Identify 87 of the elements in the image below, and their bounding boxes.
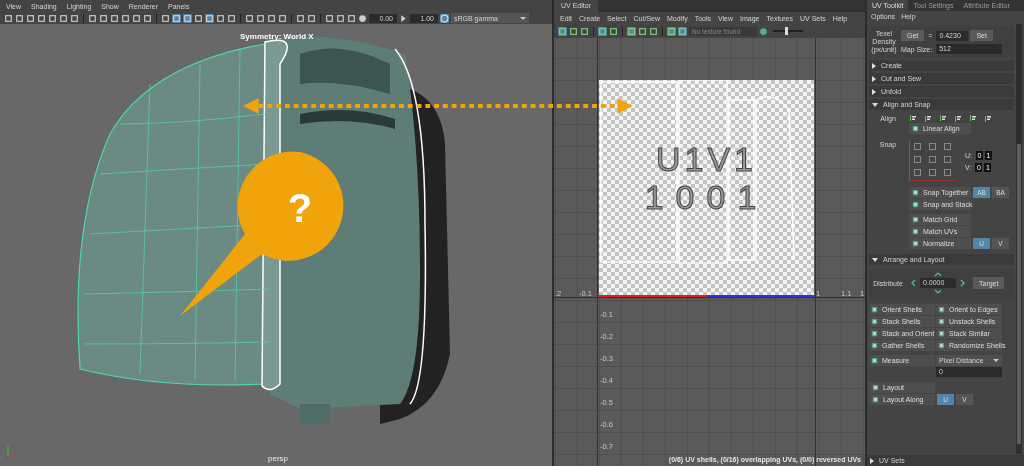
callout-text: ? (287, 186, 313, 230)
toolbar-icon[interactable] (569, 26, 578, 36)
tool-icon (871, 318, 878, 326)
toolbar-icon[interactable] (216, 13, 225, 23)
toolbar-icon[interactable] (227, 13, 236, 23)
anchor-checkbox[interactable] (929, 143, 936, 151)
align-icon[interactable] (924, 114, 932, 123)
tool-icon (872, 384, 879, 392)
align-icon[interactable] (954, 114, 962, 123)
anchor-checkbox[interactable] (914, 156, 921, 164)
toolbar-icon[interactable] (267, 13, 276, 23)
toolbar-icon[interactable] (88, 13, 97, 23)
tool-icon (938, 330, 945, 338)
toolbar-icon[interactable] (70, 13, 79, 23)
slider-thumb[interactable] (785, 27, 789, 35)
toolbar-icon[interactable] (172, 13, 181, 23)
toolbar-icon[interactable] (26, 13, 35, 23)
toolbar-icon[interactable] (278, 13, 287, 23)
anchor-checkbox[interactable] (929, 156, 936, 164)
toolbar-icon[interactable] (296, 13, 305, 23)
toolbar-icon[interactable] (161, 13, 170, 23)
anchor-checkbox[interactable] (914, 143, 921, 151)
toolbar-icon[interactable] (132, 13, 141, 23)
right-chevron-icon[interactable] (960, 279, 965, 288)
globe-icon[interactable] (759, 26, 768, 36)
toolbar-icon[interactable] (580, 26, 589, 36)
toolbar-icon[interactable] (110, 13, 119, 23)
down-chevron-icon[interactable] (934, 289, 942, 295)
toolbar-icon[interactable] (649, 26, 658, 36)
tool-icon (872, 396, 879, 404)
tool-icon (871, 357, 878, 365)
toolbar-icon[interactable] (627, 26, 636, 36)
tile-label: 1001 (643, 178, 770, 217)
toolbar-icon[interactable] (205, 13, 214, 23)
toolbar-icon[interactable] (558, 26, 567, 36)
tool-icon (938, 318, 945, 326)
toolbar-icon[interactable] (15, 13, 24, 23)
symmetry-label: Symmetry: World X (240, 32, 314, 41)
gamma-icon[interactable] (399, 13, 408, 23)
toolbar-icon[interactable] (347, 13, 356, 23)
toolbar-icon[interactable] (638, 26, 647, 36)
camera-label: persp (268, 454, 288, 463)
toolbar-icon[interactable] (37, 13, 46, 23)
tool-icon (912, 240, 919, 248)
toolbar-icon[interactable] (245, 13, 254, 23)
toolbar-icon[interactable] (325, 13, 334, 23)
tool-icon (912, 216, 919, 224)
align-icon[interactable] (909, 114, 917, 123)
tool-icon (912, 189, 919, 197)
tool-icon (912, 201, 919, 209)
toolbar-icon[interactable] (48, 13, 57, 23)
toolbar-icon[interactable] (336, 13, 345, 23)
toolbar-icon[interactable] (59, 13, 68, 23)
tool-icon (938, 306, 945, 314)
toolbar-icon[interactable] (256, 13, 265, 23)
tile-label: U1V1 (654, 140, 759, 179)
axis-icon (3, 445, 19, 461)
align-icon[interactable] (969, 114, 977, 123)
tool-icon (912, 125, 919, 133)
up-chevron-icon[interactable] (934, 272, 942, 278)
toolbar-icon[interactable] (99, 13, 108, 23)
anchor-checkbox[interactable] (944, 169, 951, 177)
tool-icon (912, 228, 919, 236)
align-icon[interactable] (984, 114, 992, 123)
tool-icon (871, 330, 878, 338)
align-icon[interactable] (939, 114, 947, 123)
toolbar-icon[interactable] (194, 13, 203, 23)
exposure-icon[interactable] (358, 13, 367, 23)
tool-icon (871, 342, 878, 350)
tool-icon (871, 306, 878, 314)
toolbar-icon[interactable] (598, 26, 607, 36)
scrollbar[interactable] (1016, 24, 1022, 454)
color-management-icon[interactable] (440, 13, 449, 23)
toolbar-icon[interactable] (678, 26, 687, 36)
toolbar-icon[interactable] (667, 26, 676, 36)
tool-icon (938, 342, 945, 350)
anchor-checkbox[interactable] (944, 156, 951, 164)
toolbar-icon[interactable] (121, 13, 130, 23)
anchor-checkbox[interactable] (914, 169, 921, 177)
toolbar-icon[interactable] (307, 13, 316, 23)
anchor-checkbox[interactable] (929, 169, 936, 177)
left-chevron-icon[interactable] (911, 279, 916, 288)
toolbar-icon[interactable] (609, 26, 618, 36)
anchor-checkbox[interactable] (944, 143, 951, 151)
toolbar-icon[interactable] (143, 13, 152, 23)
toolbar-icon[interactable] (4, 13, 13, 23)
toolbar-icon[interactable] (183, 13, 192, 23)
